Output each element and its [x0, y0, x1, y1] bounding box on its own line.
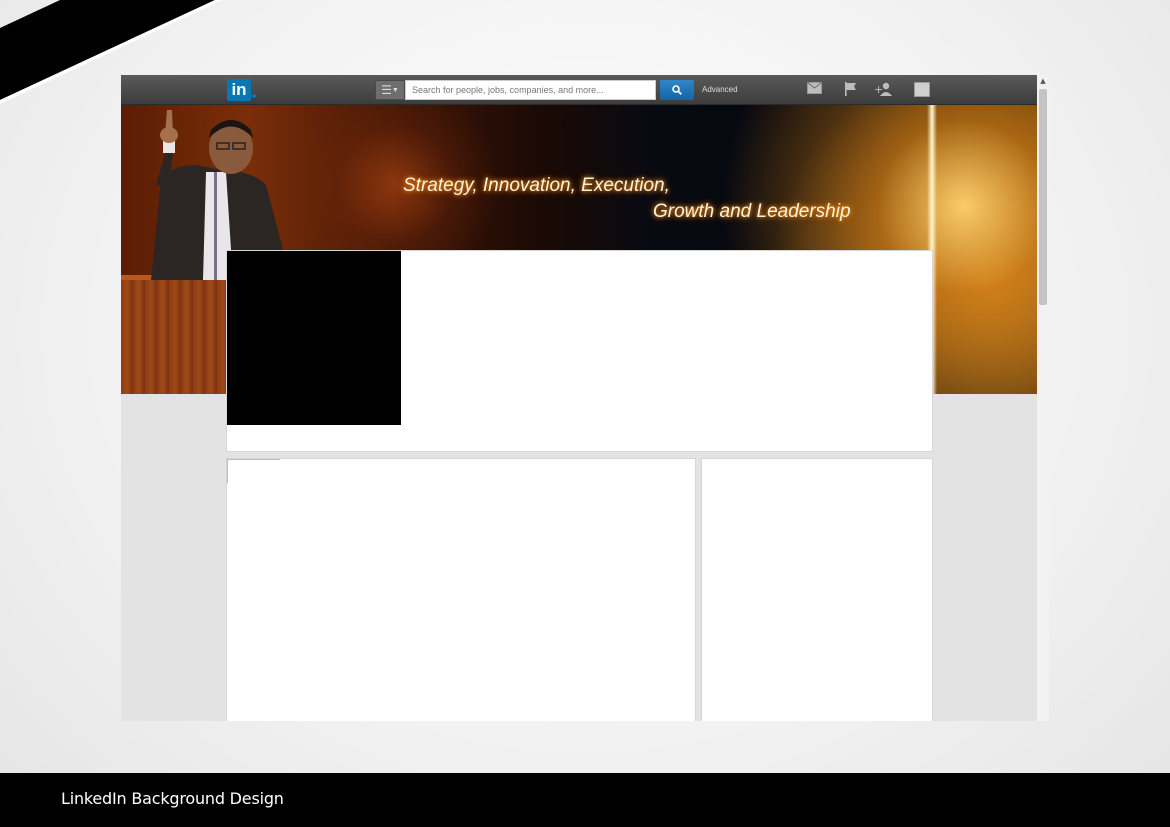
advanced-search-link[interactable]: Advanced: [702, 85, 738, 94]
chevron-down-icon: ▼: [391, 87, 399, 94]
podium: [121, 280, 226, 394]
flag-icon[interactable]: [844, 82, 857, 96]
banner-tagline-line1: Strategy, Innovation, Execution,: [403, 175, 670, 196]
search-input[interactable]: Search for people, jobs, companies, and …: [405, 80, 656, 100]
top-navigation-bar: in ☰▼ Search for people, jobs, companies…: [121, 75, 1037, 105]
banner-tagline-line2: Growth and Leadership: [653, 201, 851, 222]
scroll-thumb[interactable]: [1039, 89, 1047, 305]
search-icon: [672, 85, 682, 95]
mail-icon[interactable]: [807, 82, 822, 94]
footer-caption: LinkedIn Background Design: [61, 789, 284, 808]
logo-registered-dot: [252, 94, 256, 98]
menu-icon: ☰: [381, 83, 392, 97]
footer-bar: LinkedIn Background Design: [0, 773, 1170, 827]
search-category-menu-button[interactable]: ☰▼: [375, 80, 405, 100]
linkedin-screenshot: in ☰▼ Search for people, jobs, companies…: [121, 75, 1037, 721]
profile-photo[interactable]: [227, 251, 401, 425]
main-content-column: [226, 458, 696, 721]
sidebar-column: [701, 458, 933, 721]
main-content-tab[interactable]: [227, 459, 280, 483]
profile-card: [226, 250, 933, 452]
scroll-up-icon[interactable]: ▲: [1039, 77, 1047, 85]
add-connection-icon[interactable]: +: [874, 82, 892, 96]
vertical-scrollbar[interactable]: ▲: [1037, 75, 1049, 721]
search-button[interactable]: [660, 80, 694, 100]
avatar-icon[interactable]: [914, 82, 930, 97]
linkedin-logo[interactable]: in: [227, 79, 251, 101]
